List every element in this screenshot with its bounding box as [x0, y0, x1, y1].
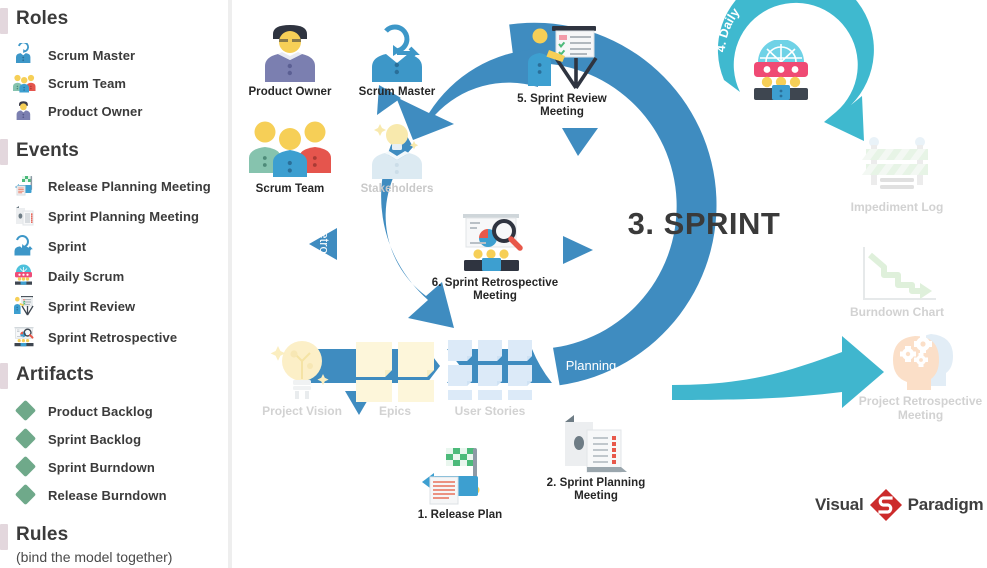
diamond-icon [12, 455, 38, 479]
section-title-artifacts: Artifacts [16, 364, 94, 385]
scrum-team-icon [249, 121, 331, 177]
sidebar: Roles Scrum Master Scrum Team Product Ow… [0, 0, 228, 568]
section-title-roles: Roles [16, 8, 69, 29]
outgoing-teal-arrow [672, 336, 884, 408]
event-label: 1. Release Plan [417, 509, 503, 521]
artifact-user-stories[interactable]: User Stories [430, 336, 550, 418]
section-accent-bar-artifacts [0, 363, 8, 389]
stakeholders-icon [372, 124, 422, 179]
artifact-burndown-chart[interactable]: Burndown Chart [832, 245, 962, 319]
sidebar-item-sprint-backlog[interactable]: Sprint Backlog [12, 427, 227, 451]
sprint-retrospective-icon [12, 325, 38, 349]
sidebar-item-label: Sprint Burndown [48, 459, 155, 475]
sprint-planning-icon [12, 204, 38, 228]
sprint-retrospective-icon [463, 214, 523, 271]
sidebar-item-label: Sprint Retrospective [48, 329, 178, 345]
scrum-team-icon [12, 71, 38, 95]
event-label: 5. Sprint Review Meeting [517, 93, 607, 118]
sidebar-item-label: Release Burndown [48, 487, 167, 503]
role-label: Product Owner [248, 86, 332, 98]
product-owner-icon [265, 25, 315, 82]
role-product-owner[interactable]: Product Owner [235, 18, 345, 99]
scrum-master-icon [372, 24, 422, 82]
diamond-icon [12, 399, 38, 423]
sidebar-item-sprint-retrospective[interactable]: Sprint Retrospective [12, 326, 227, 348]
sidebar-item-label: Sprint Planning Meeting [48, 208, 200, 224]
artifact-project-retrospective-meeting[interactable]: Project Retrospective Meeting [854, 328, 987, 422]
daily-scrum-center-icon [746, 39, 816, 107]
role-label: Stakeholders [360, 183, 434, 195]
sidebar-item-sprint-review[interactable]: Sprint Review [12, 295, 227, 317]
rules-subtitle: (bind the model together) [16, 549, 173, 565]
visual-paradigm-logo: Visual Paradigm [815, 488, 984, 522]
sidebar-item-label: Sprint Review [48, 298, 136, 314]
logo-word-visual: Visual [815, 495, 864, 514]
sidebar-item-label: Scrum Master [48, 47, 136, 63]
daily-scrum-icon [12, 264, 38, 288]
sidebar-item-product-owner[interactable]: Product Owner [12, 100, 227, 122]
sidebar-item-product-backlog[interactable]: Product Backlog [12, 399, 227, 423]
head-gears-icon [892, 334, 953, 390]
arc-label-retrospect: Retrospect [317, 222, 332, 285]
event-sprint-review-meeting[interactable]: 5. Sprint Review Meeting [502, 20, 622, 119]
sprint-center-label: 3. SPRINT [627, 206, 781, 241]
release-plan-icon [422, 448, 480, 505]
product-owner-icon [12, 99, 38, 123]
diamond-icon [12, 483, 38, 507]
sidebar-item-scrum-master[interactable]: Scrum Master [12, 41, 227, 67]
event-label: 6. Sprint Retrospective Meeting [431, 277, 559, 302]
section-accent-bar-events [0, 139, 8, 165]
section-title-rules: Rules [16, 524, 69, 545]
role-scrum-team[interactable]: Scrum Team [235, 115, 345, 196]
section-accent-bar-rules [0, 524, 8, 550]
sidebar-item-label: Sprint Backlog [48, 431, 142, 447]
visual-paradigm-diamond-icon [869, 488, 903, 522]
sprint-review-icon [528, 26, 598, 89]
release-planning-icon [12, 174, 38, 198]
role-label: Scrum Team [255, 183, 325, 195]
planning-bar: Planning [531, 349, 664, 383]
role-stakeholders[interactable]: Stakeholders [342, 115, 452, 196]
artifact-label: Burndown Chart [850, 305, 944, 319]
sidebar-item-label: Daily Scrum [48, 268, 125, 284]
artifact-label: User Stories [454, 404, 526, 418]
sidebar-item-label: Release Planning Meeting [48, 178, 211, 194]
lightbulb-icon [270, 341, 329, 399]
story-cards-icon [448, 340, 532, 400]
role-label: Scrum Master [358, 86, 436, 98]
sidebar-item-sprint[interactable]: Sprint [12, 235, 227, 257]
artifact-impediment-log[interactable]: Impediment Log [832, 136, 962, 214]
sprint-planning-icon [565, 415, 627, 473]
sidebar-item-label: Sprint [48, 238, 87, 254]
sprint-cycle-icon [12, 234, 38, 258]
event-release-plan[interactable]: 1. Release Plan [395, 446, 525, 522]
section-title-events: Events [16, 140, 79, 161]
sticky-notes-icon [356, 342, 434, 402]
diamond-icon [12, 427, 38, 451]
sidebar-item-label: Product Backlog [48, 403, 153, 419]
logo-word-paradigm: Paradigm [907, 495, 984, 514]
sidebar-item-label: Scrum Team [48, 75, 127, 91]
sidebar-item-release-burndown[interactable]: Release Burndown [12, 483, 227, 507]
event-label: 2. Sprint Planning Meeting [546, 477, 646, 502]
event-sprint-retrospective-meeting[interactable]: 6. Sprint Retrospective Meeting [422, 212, 568, 303]
section-accent-bar-roles [0, 8, 8, 34]
barrier-icon [862, 137, 928, 189]
artifact-label: Impediment Log [850, 200, 944, 214]
diagram-canvas: Review Implementation Retrospect Plannin… [232, 0, 987, 568]
burndown-chart-icon [863, 247, 936, 300]
sidebar-item-label: Product Owner [48, 103, 143, 119]
scrum-process-diagram: Roles Scrum Master Scrum Team Product Ow… [0, 0, 987, 568]
sidebar-item-scrum-team[interactable]: Scrum Team [12, 72, 227, 94]
sidebar-item-sprint-burndown[interactable]: Sprint Burndown [12, 455, 227, 479]
event-sprint-planning-meeting[interactable]: 2. Sprint Planning Meeting [526, 412, 666, 503]
sidebar-item-sprint-planning-meeting[interactable]: Sprint Planning Meeting [12, 205, 227, 227]
artifact-label: Project Retrospective Meeting [858, 394, 983, 422]
scrum-master-icon [12, 41, 38, 67]
sidebar-item-release-planning-meeting[interactable]: Release Planning Meeting [12, 175, 227, 197]
sidebar-item-daily-scrum[interactable]: Daily Scrum [12, 264, 227, 288]
sprint-review-icon [12, 294, 38, 318]
role-scrum-master[interactable]: Scrum Master [342, 18, 452, 99]
